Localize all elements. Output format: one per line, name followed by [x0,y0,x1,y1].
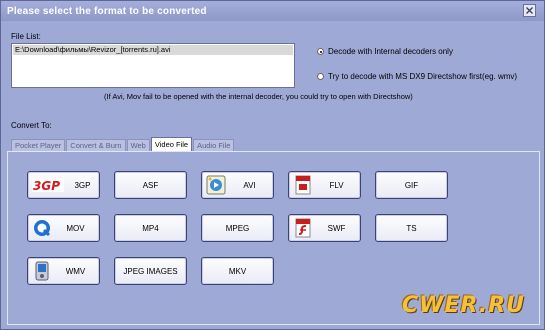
format-button-mp4[interactable]: MP4 [114,214,187,242]
close-icon [526,7,533,14]
tab-convert-burn[interactable]: Convert & Burn [66,139,126,151]
format-label: 3GP [74,181,91,190]
format-label: GIF [404,181,419,190]
tab-pocket-player[interactable]: Pocket Player [11,139,66,151]
format-panel: 3GP 3GP ASF AVI FLV GIF MOV MP4 MPEG SWF… [7,151,540,325]
flash-icon [293,218,313,238]
title-bar: Please select the format to be converted [1,1,544,21]
convert-tabs: Pocket Player Convert & Burn Web Video F… [11,137,235,151]
decode-internal-option[interactable]: Decode with Internal decoders only [317,47,453,56]
format-label: MP4 [142,224,159,233]
format-button-flv[interactable]: FLV [288,171,361,199]
tab-audio-file[interactable]: Audio File [193,139,235,151]
format-button-asf[interactable]: ASF [114,171,187,199]
decode-internal-label: Decode with Internal decoders only [328,47,453,56]
quicktime-icon [32,218,52,238]
3gp-logo-icon: 3GP [32,175,64,195]
format-button-jpeg-images[interactable]: JPEG IMAGES [114,257,187,285]
wmv-device-icon [32,261,52,281]
window-title: Please select the format to be converted [7,6,207,17]
decoder-note: (If Avi, Mov fail to be opened with the … [104,92,413,101]
decode-directshow-option[interactable]: Try to decode with MS DX9 Directshow fir… [317,72,517,81]
avi-film-icon [206,175,226,195]
format-button-wmv[interactable]: WMV [27,257,100,285]
format-label: MPEG [225,224,250,233]
format-button-gif[interactable]: GIF [375,171,448,199]
format-label: MOV [66,224,85,233]
convert-to-label: Convert To: [11,121,52,130]
format-label: MKV [228,267,247,276]
format-label: AVI [243,181,256,190]
format-button-mkv[interactable]: MKV [201,257,274,285]
format-label: WMV [65,267,86,276]
format-label: JPEG IMAGES [123,267,178,276]
format-button-mov[interactable]: MOV [27,214,100,242]
format-label: FLV [329,181,344,190]
site-watermark-logo: CWER.RU [402,293,525,318]
format-button-mpeg[interactable]: MPEG [201,214,274,242]
tab-web[interactable]: Web [126,139,150,151]
file-list-label: File List: [11,32,41,41]
tab-video-file[interactable]: Video File [150,137,193,151]
decode-directshow-label: Try to decode with MS DX9 Directshow fir… [328,72,518,81]
format-label: TS [406,224,417,233]
file-list-item[interactable]: E:\Download\фильмы\Revizor_[torrents.ru]… [13,45,293,55]
format-label: ASF [142,181,159,190]
format-button-avi[interactable]: AVI [201,171,274,199]
decode-directshow-radio[interactable] [317,73,324,80]
close-button[interactable] [523,4,536,17]
format-button-3gp[interactable]: 3GP 3GP [27,171,100,199]
format-button-ts[interactable]: TS [375,214,448,242]
decode-internal-radio[interactable] [317,48,324,55]
flv-document-icon [293,175,313,195]
svg-text:3GP: 3GP [33,179,60,192]
convert-format-dialog: Please select the format to be converted… [0,0,545,330]
format-button-swf[interactable]: SWF [288,214,361,242]
file-list[interactable]: E:\Download\фильмы\Revizor_[torrents.ru]… [11,43,295,88]
format-label: SWF [327,224,346,233]
